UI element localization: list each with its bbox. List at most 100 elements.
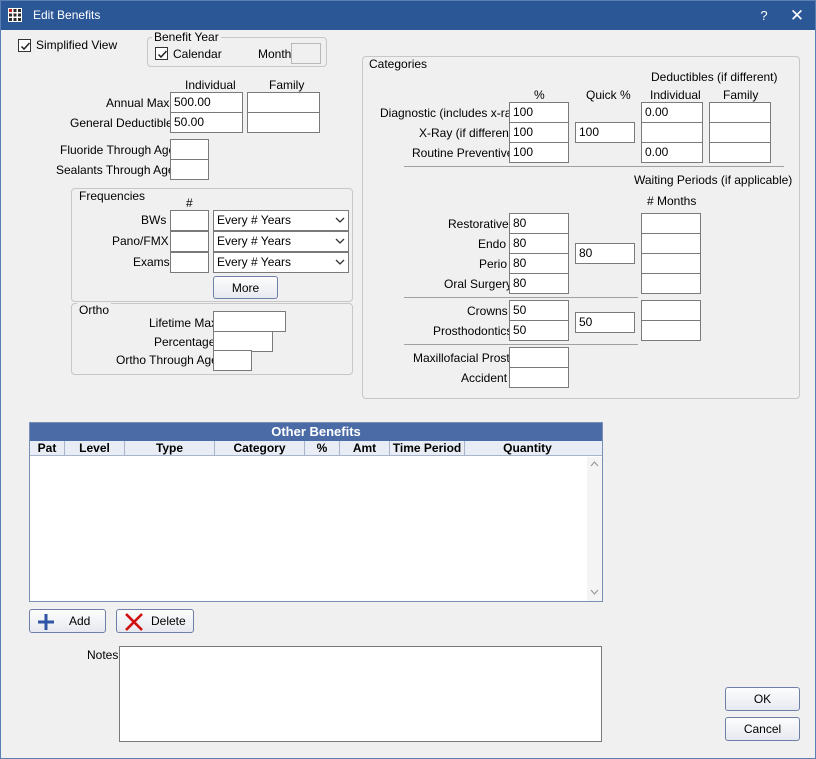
notes-label: Notes: [87, 648, 119, 662]
prosthodontics-percent-field[interactable]: 50: [509, 320, 569, 341]
perio-months-field[interactable]: [641, 253, 701, 274]
sealants-label: Sealants Through Age: [56, 163, 175, 177]
xray-percent-field[interactable]: 100: [509, 122, 569, 143]
lifetime-max-label: Lifetime Max: [149, 316, 218, 330]
column-header-type[interactable]: Type: [125, 441, 215, 456]
crowns-months-field[interactable]: [641, 300, 701, 321]
xray-individual-field[interactable]: [641, 122, 703, 143]
column-header-level[interactable]: Level: [65, 441, 125, 456]
xray-label: X-Ray (if different): [419, 126, 517, 140]
divider: [404, 297, 638, 298]
month-label: Month: [258, 47, 292, 61]
general-deductible-individual-field[interactable]: 50.00: [170, 112, 243, 133]
grid-scrollbar[interactable]: [587, 457, 602, 601]
divider: [404, 344, 638, 345]
chevron-up-icon[interactable]: [590, 460, 599, 468]
column-header-quantity[interactable]: Quantity: [465, 441, 590, 456]
simplified-view-label: Simplified View: [36, 38, 118, 52]
ortho-title: Ortho: [77, 303, 112, 317]
other-benefits-grid[interactable]: Other Benefits Pat Level Type Category %…: [29, 422, 603, 602]
frequency-hash-header: #: [186, 196, 193, 210]
column-header-amt[interactable]: Amt: [340, 441, 390, 456]
accident-percent-field[interactable]: [509, 367, 569, 388]
add-button[interactable]: Add: [29, 609, 106, 633]
endo-percent-field[interactable]: 80: [509, 233, 569, 254]
maxillofacial-percent-field[interactable]: [509, 347, 569, 368]
month-field[interactable]: [291, 43, 321, 64]
bws-frequency-value: Every # Years: [217, 213, 292, 227]
deductibles-header: Deductibles (if different): [651, 70, 778, 84]
pano-fmx-field[interactable]: [170, 231, 209, 252]
categories-title: Categories: [367, 57, 430, 71]
bws-frequency-select[interactable]: Every # Years: [213, 210, 349, 231]
perio-percent-field[interactable]: 80: [509, 253, 569, 274]
pano-fmx-frequency-value: Every # Years: [217, 234, 292, 248]
annual-max-individual-field[interactable]: 500.00: [170, 92, 243, 113]
help-button[interactable]: ?: [753, 1, 775, 30]
diagnostic-family-field[interactable]: [709, 102, 771, 123]
crowns-percent-field[interactable]: 50: [509, 300, 569, 321]
general-deductible-family-field[interactable]: [247, 112, 320, 133]
accident-label: Accident: [461, 371, 508, 385]
app-grid-icon: [8, 8, 22, 22]
restorative-percent-field[interactable]: 80: [509, 213, 569, 234]
diagnostic-percent-field[interactable]: 100: [509, 102, 569, 123]
cancel-button[interactable]: Cancel: [725, 717, 800, 741]
percentage-field[interactable]: [213, 331, 273, 352]
exams-frequency-select[interactable]: Every # Years: [213, 252, 349, 273]
family-header: Family: [269, 78, 305, 92]
column-header-pat[interactable]: Pat: [30, 441, 65, 456]
diagnostic-individual-field[interactable]: 0.00: [641, 102, 703, 123]
endo-months-field[interactable]: [641, 233, 701, 254]
checkmark-icon: [157, 50, 168, 59]
routine-preventive-percent-field[interactable]: 100: [509, 142, 569, 163]
basic-quick-percent-field[interactable]: 80: [575, 243, 635, 264]
other-benefits-title: Other Benefits: [30, 423, 602, 441]
chevron-down-icon[interactable]: [590, 588, 599, 596]
restorative-months-field[interactable]: [641, 213, 701, 234]
diagnostic-label: Diagnostic (includes x-ray): [380, 106, 522, 120]
routine-preventive-family-field[interactable]: [709, 142, 771, 163]
simplified-view-checkbox[interactable]: [18, 39, 31, 52]
title-bar: Edit Benefits ? ✕: [1, 1, 815, 30]
prosthodontics-label: Prosthodontics: [433, 324, 513, 338]
bws-label: BWs: [141, 213, 167, 227]
routine-preventive-individual-field[interactable]: 0.00: [641, 142, 703, 163]
lifetime-max-field[interactable]: [213, 311, 286, 332]
pano-fmx-frequency-select[interactable]: Every # Years: [213, 231, 349, 252]
ortho-through-age-field[interactable]: [213, 350, 252, 371]
plus-icon: [38, 614, 54, 630]
column-header-category[interactable]: Category: [215, 441, 305, 456]
more-button[interactable]: More: [213, 276, 278, 299]
xray-family-field[interactable]: [709, 122, 771, 143]
close-button[interactable]: ✕: [781, 1, 813, 30]
oral-surgery-months-field[interactable]: [641, 273, 701, 294]
pano-fmx-label: Pano/FMX: [112, 234, 169, 248]
chevron-down-icon: [335, 217, 345, 223]
xray-quick-percent-field[interactable]: 100: [575, 122, 635, 143]
fluoride-field[interactable]: [170, 139, 209, 160]
sealants-field[interactable]: [170, 159, 209, 180]
major-quick-percent-field[interactable]: 50: [575, 312, 635, 333]
prosthodontics-months-field[interactable]: [641, 320, 701, 341]
add-button-label: Add: [69, 614, 91, 628]
column-header-percent[interactable]: %: [305, 441, 340, 456]
annual-max-family-field[interactable]: [247, 92, 320, 113]
endo-label: Endo: [478, 237, 507, 251]
oral-surgery-percent-field[interactable]: 80: [509, 273, 569, 294]
column-header-time-period[interactable]: Time Period: [390, 441, 465, 456]
exams-field[interactable]: [170, 252, 209, 273]
bws-field[interactable]: [170, 210, 209, 231]
individual-header: Individual: [185, 78, 236, 92]
checkmark-icon: [20, 42, 31, 51]
calendar-checkbox[interactable]: [155, 47, 168, 60]
ok-button[interactable]: OK: [725, 687, 800, 711]
crowns-label: Crowns: [467, 304, 508, 318]
chevron-down-icon: [335, 238, 345, 244]
oral-surgery-label: Oral Surgery: [444, 277, 513, 291]
percent-header: %: [534, 88, 545, 102]
notes-textarea[interactable]: [119, 646, 602, 742]
general-deductible-label: General Deductible: [70, 116, 173, 130]
maxillofacial-label: Maxillofacial Prosth: [413, 351, 517, 365]
delete-button[interactable]: Delete: [116, 609, 194, 633]
